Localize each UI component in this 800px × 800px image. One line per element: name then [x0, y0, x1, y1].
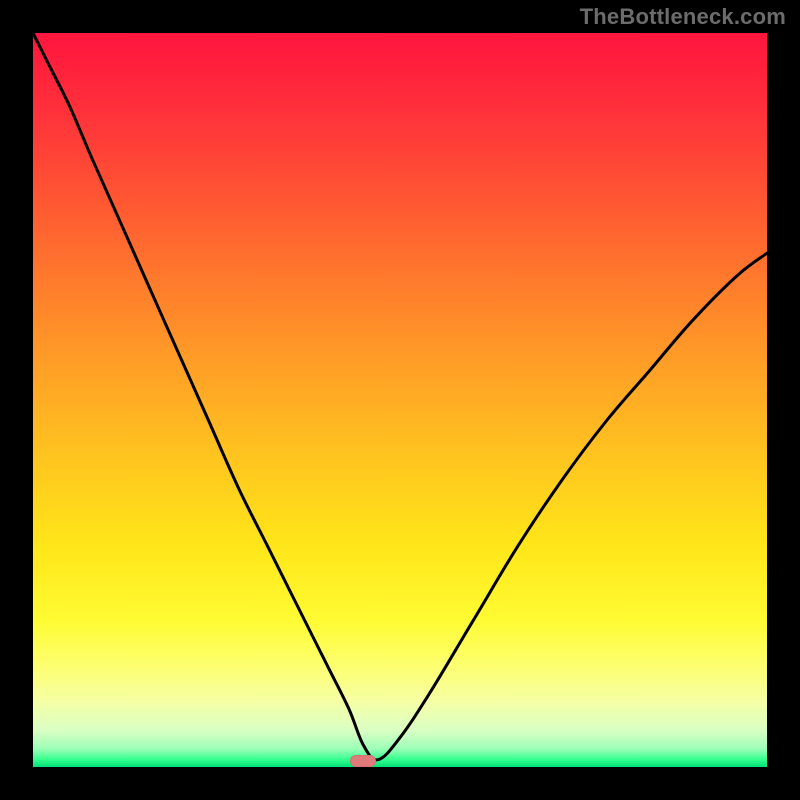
- curve-path: [33, 33, 767, 760]
- bottleneck-curve: [33, 33, 767, 767]
- minimum-marker: [350, 755, 376, 767]
- plot-area: [33, 33, 767, 767]
- chart-frame: TheBottleneck.com: [0, 0, 800, 800]
- watermark-text: TheBottleneck.com: [580, 4, 786, 30]
